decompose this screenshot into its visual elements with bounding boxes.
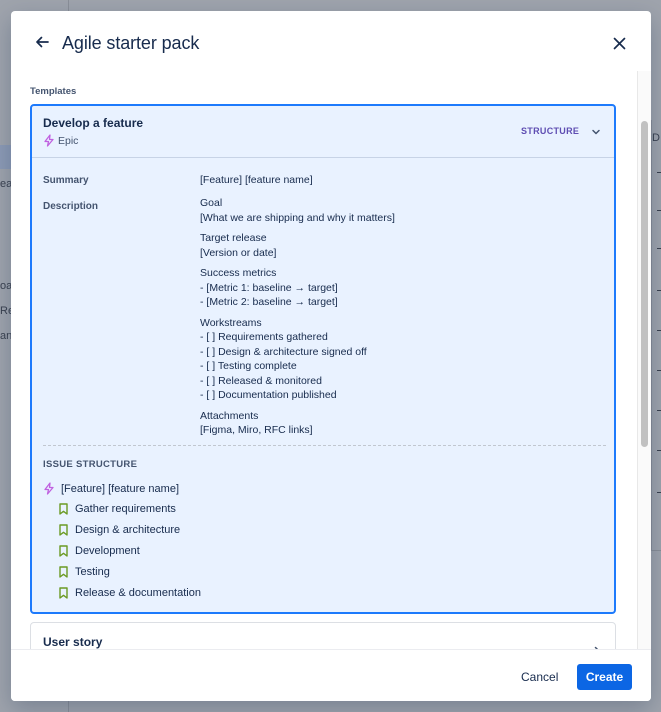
description-line: - [Metric 1: baseline → target] xyxy=(200,281,338,294)
background-dash xyxy=(657,330,661,331)
description-line: - [ ] Requirements gathered xyxy=(200,331,328,343)
issue-structure-child-label: Design & architecture xyxy=(75,524,181,536)
template-card-develop-feature[interactable]: Develop a feature Epic STRUCTURE Summary… xyxy=(30,104,616,614)
background-text: D xyxy=(652,132,660,144)
bookmark-icon xyxy=(59,503,68,515)
description-group-target-release: Target release [Version or date] xyxy=(200,231,600,260)
background-dash xyxy=(657,492,661,493)
template-card-user-story[interactable]: User story xyxy=(30,622,616,649)
summary-label: Summary xyxy=(43,175,89,186)
close-button[interactable] xyxy=(608,32,630,54)
description-group-goal: Goal [What we are shipping and why it ma… xyxy=(200,196,600,225)
issue-structure-heading: ISSUE STRUCTURE xyxy=(43,459,138,470)
background-dash xyxy=(657,248,661,249)
structure-label[interactable]: STRUCTURE xyxy=(521,126,579,136)
background-dash xyxy=(657,370,661,371)
description-label: Description xyxy=(43,201,99,212)
bookmark-icon xyxy=(59,524,68,536)
description-line: [Figma, Miro, RFC links] xyxy=(200,424,313,436)
modal-header: Agile starter pack xyxy=(11,11,651,71)
description-line: Goal xyxy=(200,197,223,209)
description-line: [What we are shipping and why it matters… xyxy=(200,211,395,224)
scrollbar-thumb[interactable] xyxy=(641,121,648,447)
issue-structure-child: Design & architecture xyxy=(58,524,180,536)
description-group-workstreams: Workstreams - [ ] Requirements gathered … xyxy=(200,316,600,403)
issue-structure-child-label: Gather requirements xyxy=(75,503,176,515)
background-dash xyxy=(657,210,661,211)
background-nav-highlight xyxy=(0,145,11,169)
issue-structure-child: Testing xyxy=(58,566,110,578)
issue-structure-child: Gather requirements xyxy=(58,503,176,515)
background-panel xyxy=(651,120,661,551)
issue-structure-child: Release & documentation xyxy=(58,587,201,599)
template-title: Develop a feature xyxy=(43,116,144,130)
modal-footer: Cancel Create xyxy=(11,649,651,701)
cancel-button[interactable]: Cancel xyxy=(513,665,566,689)
issue-structure-parent-label: [Feature] [feature name] xyxy=(61,482,180,495)
template-type-label: Epic xyxy=(58,134,79,147)
lightning-icon xyxy=(44,482,54,495)
description-group-attachments: Attachments [Figma, Miro, RFC links] xyxy=(200,409,600,438)
template-card-header[interactable]: Develop a feature Epic STRUCTURE xyxy=(32,106,614,158)
background-dash xyxy=(657,410,661,411)
issue-structure-child: Development xyxy=(58,545,140,557)
chevron-down-icon[interactable] xyxy=(590,126,602,138)
create-button[interactable]: Create xyxy=(577,664,632,690)
arrow-left-icon xyxy=(36,36,49,48)
close-icon xyxy=(613,37,625,49)
description-line: - [Metric 2: baseline → target] xyxy=(200,296,338,308)
background-dash xyxy=(657,172,661,173)
description-line: Workstreams xyxy=(200,316,262,329)
background-dash xyxy=(657,290,661,291)
summary-value: [Feature] [feature name] xyxy=(200,174,313,186)
background-dash xyxy=(657,450,661,451)
description-line: [Version or date] xyxy=(200,246,277,259)
template-type: Epic xyxy=(43,134,78,147)
template-title: User story xyxy=(43,635,103,649)
issue-structure-child-label: Release & documentation xyxy=(75,587,201,599)
issue-structure-child-label: Testing xyxy=(75,566,110,578)
bookmark-icon xyxy=(59,545,68,557)
description-value: Goal [What we are shipping and why it ma… xyxy=(200,196,600,444)
lightning-icon xyxy=(44,134,54,147)
description-line: - [ ] Documentation published xyxy=(200,389,337,401)
description-line: Success metrics xyxy=(200,267,277,279)
description-group-success-metrics: Success metrics - [Metric 1: baseline → … xyxy=(200,266,600,310)
description-line: - [ ] Released & monitored xyxy=(200,374,322,387)
section-divider xyxy=(43,445,606,446)
bookmark-icon xyxy=(59,566,68,578)
issue-structure-parent: [Feature] [feature name] xyxy=(43,482,179,495)
back-button[interactable] xyxy=(31,31,53,53)
issue-structure-child-label: Development xyxy=(75,545,140,557)
template-modal: Agile starter pack Templates Develop a f… xyxy=(11,11,651,701)
modal-body[interactable]: Templates Develop a feature Epic STRUCTU… xyxy=(11,71,651,649)
bookmark-icon xyxy=(59,587,68,599)
description-line: Attachments xyxy=(200,409,259,422)
description-line: - [ ] Design & architecture signed off xyxy=(200,345,367,358)
description-line: - [ ] Testing complete xyxy=(200,360,297,372)
description-line: Target release xyxy=(200,232,267,244)
modal-title: Agile starter pack xyxy=(62,33,200,53)
section-label-templates: Templates xyxy=(30,86,77,97)
